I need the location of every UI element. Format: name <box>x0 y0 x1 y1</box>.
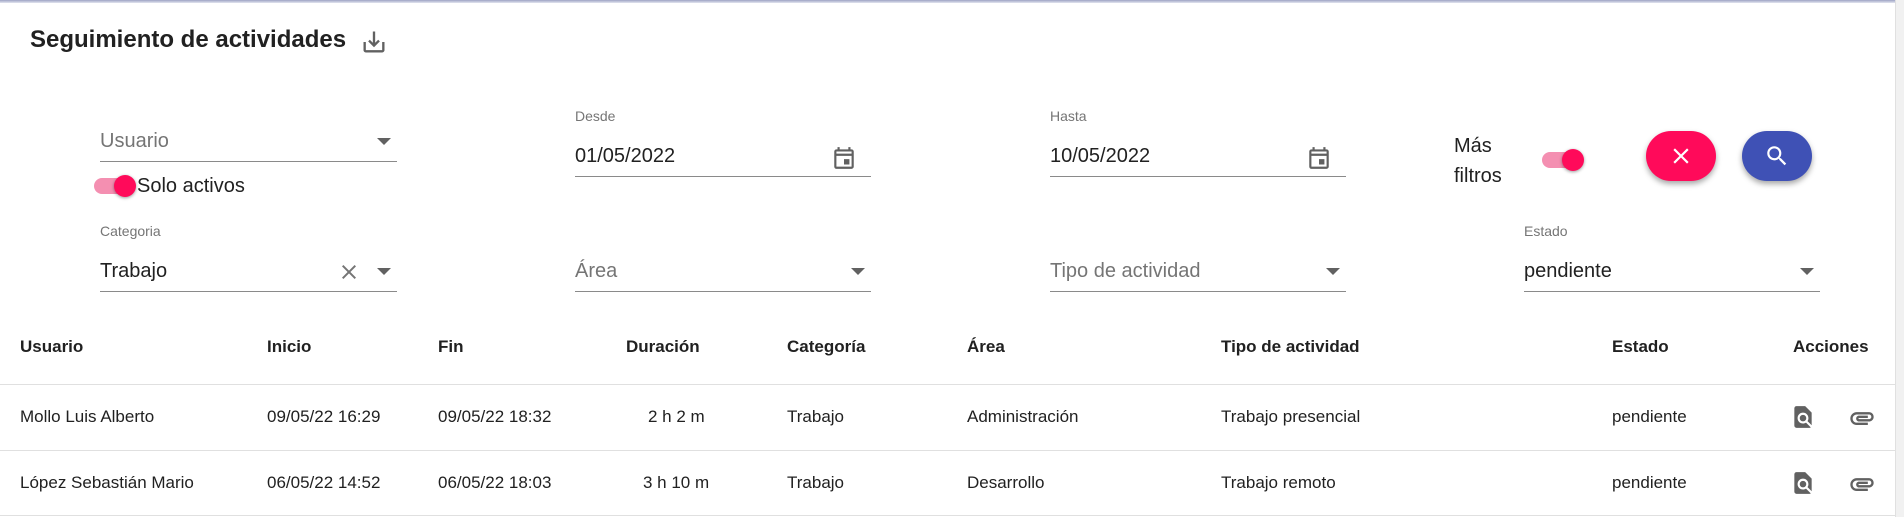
cell-fin: 06/05/22 18:03 <box>438 473 552 492</box>
chevron-down-icon <box>1326 268 1340 275</box>
download-icon[interactable] <box>360 28 388 56</box>
area-select[interactable]: Área <box>575 249 871 292</box>
clear-icon[interactable] <box>337 260 361 284</box>
col-usuario[interactable]: Usuario <box>20 337 83 357</box>
cell-estado: pendiente <box>1612 407 1687 426</box>
cell-duracion: 2 h 2 m <box>648 407 705 426</box>
cell-categoria: Trabajo <box>787 407 845 426</box>
row-divider <box>0 515 1896 516</box>
attachment-icon[interactable] <box>1848 404 1874 430</box>
hasta-value: 10/05/2022 <box>1050 145 1151 167</box>
search-button[interactable] <box>1742 131 1812 181</box>
cell-duracion: 3 h 10 m <box>643 473 710 492</box>
area-placeholder: Área <box>575 260 618 282</box>
mas-filtros-label-2: filtros <box>1454 165 1502 187</box>
desde-value: 01/05/2022 <box>575 145 676 167</box>
col-duracion[interactable]: Duración <box>626 337 700 357</box>
cell-usuario: Mollo Luis Alberto <box>20 407 155 426</box>
col-estado[interactable]: Estado <box>1612 337 1669 357</box>
tipo-actividad-placeholder: Tipo de actividad <box>1050 260 1201 282</box>
row-divider <box>0 384 1896 385</box>
usuario-placeholder: Usuario <box>100 130 169 152</box>
col-area[interactable]: Área <box>967 337 1005 357</box>
scrollbar[interactable] <box>1895 0 1904 517</box>
categoria-select[interactable]: Categoria Trabajo <box>100 223 397 292</box>
tipo-actividad-select[interactable]: Tipo de actividad <box>1050 249 1346 292</box>
col-inicio[interactable]: Inicio <box>267 337 311 357</box>
clear-filters-button[interactable] <box>1646 131 1716 181</box>
hasta-date-field[interactable]: Hasta 10/05/2022 <box>1050 108 1346 177</box>
solo-activos-label: Solo activos <box>137 175 245 197</box>
row-divider <box>0 450 1896 451</box>
cell-categoria: Trabajo <box>787 473 845 492</box>
chevron-down-icon <box>851 268 865 275</box>
top-edge <box>0 0 1896 3</box>
cell-inicio: 09/05/22 16:29 <box>267 407 381 426</box>
page-title: Seguimiento de actividades <box>30 26 347 53</box>
attachment-icon[interactable] <box>1848 470 1874 496</box>
close-icon <box>1673 148 1689 164</box>
desde-label: Desde <box>575 108 616 124</box>
col-acciones: Acciones <box>1793 337 1869 356</box>
view-detail-icon[interactable] <box>1790 470 1816 496</box>
desde-date-field[interactable]: Desde 01/05/2022 <box>575 108 871 177</box>
mas-filtros-label-1: Más <box>1454 135 1492 157</box>
calendar-icon[interactable] <box>1306 145 1332 171</box>
usuario-select[interactable]: Usuario <box>100 119 397 162</box>
cell-inicio: 06/05/22 14:52 <box>267 473 381 492</box>
cell-area: Administración <box>967 407 1079 426</box>
cell-area: Desarrollo <box>967 473 1045 492</box>
view-detail-icon[interactable] <box>1790 404 1816 430</box>
chevron-down-icon <box>1800 268 1814 275</box>
col-tipo-actividad[interactable]: Tipo de actividad <box>1221 337 1360 357</box>
estado-select[interactable]: Estado pendiente <box>1524 223 1820 292</box>
mas-filtros-toggle[interactable] <box>1542 149 1584 171</box>
hasta-label: Hasta <box>1050 108 1087 124</box>
estado-value: pendiente <box>1524 260 1612 282</box>
solo-activos-toggle[interactable] <box>94 175 136 197</box>
cell-usuario: López Sebastián Mario <box>20 473 194 492</box>
cell-tipo-actividad: Trabajo remoto <box>1221 473 1336 492</box>
cell-tipo-actividad: Trabajo presencial <box>1221 407 1361 426</box>
search-icon <box>1767 146 1787 166</box>
cell-fin: 09/05/22 18:32 <box>438 407 552 426</box>
categoria-value: Trabajo <box>100 260 168 282</box>
chevron-down-icon <box>377 138 391 145</box>
estado-label: Estado <box>1524 223 1568 239</box>
calendar-icon[interactable] <box>831 145 857 171</box>
chevron-down-icon <box>377 268 391 275</box>
cell-estado: pendiente <box>1612 473 1687 492</box>
col-fin[interactable]: Fin <box>438 337 464 357</box>
col-categoria[interactable]: Categoría <box>787 337 865 357</box>
categoria-label: Categoria <box>100 223 161 239</box>
